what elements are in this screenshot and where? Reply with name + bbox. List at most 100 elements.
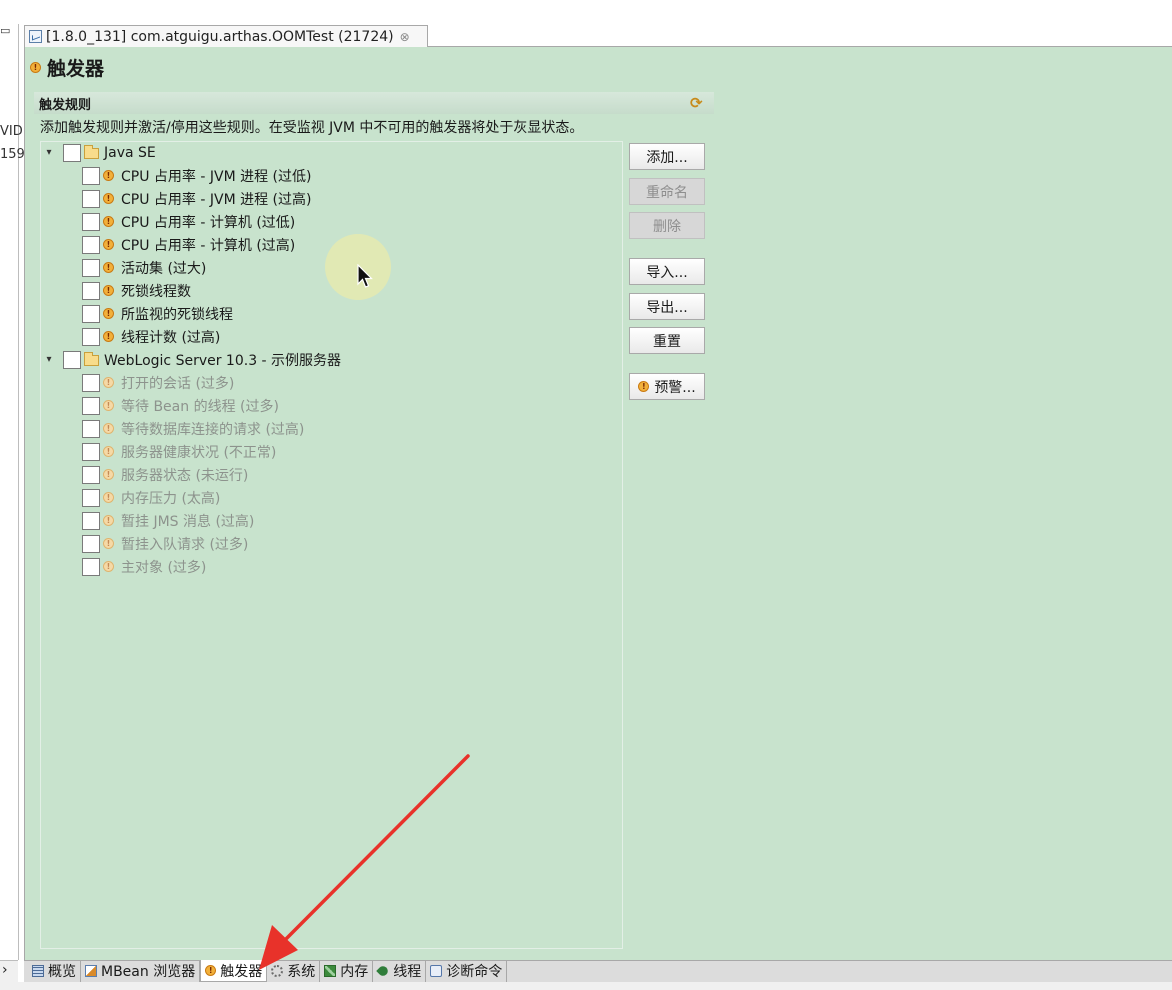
tab-label: 内存	[340, 964, 369, 980]
chevron-down-icon[interactable]: ▾	[43, 354, 55, 365]
tree-item-disabled[interactable]: ! 主对象 (过多)	[82, 555, 206, 578]
tree-item-disabled[interactable]: ! 暂挂入队请求 (过多)	[82, 532, 248, 555]
strip-text-2: 159	[0, 147, 25, 162]
tree-item[interactable]: ! CPU 占用率 - 计算机 (过低)	[82, 210, 295, 233]
item-label: 线程计数 (过高)	[121, 329, 221, 346]
item-label: 等待 Bean 的线程 (过多)	[121, 398, 279, 415]
warning-icon: !	[103, 285, 114, 296]
section-header[interactable]: 触发规则 ⟳	[34, 92, 714, 114]
group-checkbox[interactable]	[63, 350, 81, 369]
close-tab-icon[interactable]: ⊗	[400, 30, 410, 44]
item-label: 等待数据库连接的请求 (过高)	[121, 421, 305, 438]
item-checkbox[interactable]	[82, 396, 100, 415]
tree-item-disabled[interactable]: ! 打开的会话 (过多)	[82, 371, 234, 394]
warning-icon: !	[103, 377, 114, 388]
strip-text-1: VID	[0, 124, 23, 139]
warning-icon: !	[103, 170, 114, 181]
warning-icon: !	[205, 965, 217, 976]
status-strip	[0, 982, 1172, 990]
item-checkbox[interactable]	[82, 488, 100, 507]
tab-mbean-browser[interactable]: MBean 浏览器	[81, 960, 201, 982]
item-checkbox[interactable]	[82, 534, 100, 553]
scroll-right-icon[interactable]: ›	[2, 962, 8, 978]
tree-item-disabled[interactable]: ! 内存压力 (太高)	[82, 486, 220, 509]
tab-overview[interactable]: 概览	[28, 960, 81, 982]
page-title: ! 触发器	[30, 54, 104, 81]
item-label: 死锁线程数	[121, 283, 191, 300]
item-checkbox[interactable]	[82, 304, 100, 323]
warning-icon: !	[638, 381, 650, 392]
previous-view-strip: ▭ VID 159	[0, 24, 25, 960]
item-label: CPU 占用率 - JVM 进程 (过高)	[121, 191, 312, 208]
item-checkbox[interactable]	[82, 189, 100, 208]
item-checkbox[interactable]	[82, 373, 100, 392]
tree-item[interactable]: ! CPU 占用率 - 计算机 (过高)	[82, 233, 295, 256]
item-checkbox[interactable]	[82, 557, 100, 576]
tree-item-disabled[interactable]: ! 暂挂 JMS 消息 (过高)	[82, 509, 254, 532]
import-button[interactable]: 导入...	[629, 258, 705, 285]
tree-item[interactable]: ! CPU 占用率 - JVM 进程 (过低)	[82, 164, 311, 187]
section-description: 添加触发规则并激活/停用这些规则。在受监视 JVM 中不可用的触发器将处于灰显状…	[40, 120, 584, 136]
tab-system[interactable]: 系统	[267, 960, 321, 982]
add-button-label: 添加...	[646, 149, 688, 166]
rename-button[interactable]: 重命名	[629, 178, 705, 205]
item-checkbox[interactable]	[82, 235, 100, 254]
group-checkbox[interactable]	[63, 143, 81, 162]
tree-item[interactable]: ! 所监视的死锁线程	[82, 302, 233, 325]
mbean-icon	[85, 965, 97, 977]
item-checkbox[interactable]	[82, 419, 100, 438]
tab-threads[interactable]: 线程	[373, 960, 427, 982]
item-checkbox[interactable]	[82, 511, 100, 530]
tree-item-disabled[interactable]: ! 等待数据库连接的请求 (过高)	[82, 417, 304, 440]
warning-icon: !	[103, 193, 114, 204]
item-label: 暂挂入队请求 (过多)	[121, 536, 249, 553]
item-label: 服务器状态 (未运行)	[121, 467, 249, 484]
rename-button-label: 重命名	[646, 184, 688, 201]
warning-icon: !	[30, 62, 41, 73]
export-button-label: 导出...	[646, 299, 688, 316]
tree-item[interactable]: ! CPU 占用率 - JVM 进程 (过高)	[82, 187, 311, 210]
item-label: CPU 占用率 - 计算机 (过低)	[121, 214, 296, 231]
export-button[interactable]: 导出...	[629, 293, 705, 320]
tree-group-weblogic[interactable]: ▾ WebLogic Server 10.3 - 示例服务器	[43, 348, 341, 371]
tree-item[interactable]: ! 死锁线程数	[82, 279, 191, 302]
item-label: 打开的会话 (过多)	[121, 375, 235, 392]
jvm-console-icon	[29, 30, 42, 43]
alerts-button[interactable]: ! 预警...	[629, 373, 705, 400]
tree-item-disabled[interactable]: ! 等待 Bean 的线程 (过多)	[82, 394, 279, 417]
warning-icon: !	[103, 561, 114, 572]
tree-item-disabled[interactable]: ! 服务器健康状况 (不正常)	[82, 440, 276, 463]
view-menu-icon[interactable]: ▭	[0, 24, 10, 37]
item-checkbox[interactable]	[82, 212, 100, 231]
item-checkbox[interactable]	[82, 258, 100, 277]
warning-icon: !	[103, 538, 114, 549]
chevron-down-icon[interactable]: ▾	[43, 147, 55, 158]
item-checkbox[interactable]	[82, 327, 100, 346]
add-button[interactable]: 添加...	[629, 143, 705, 170]
tree-item[interactable]: ! 活动集 (过大)	[82, 256, 206, 279]
tree-group-java-se[interactable]: ▾ Java SE	[43, 141, 156, 164]
warning-icon: !	[103, 515, 114, 526]
tab-label: 触发器	[220, 963, 263, 980]
memory-icon	[324, 965, 337, 977]
item-checkbox[interactable]	[82, 281, 100, 300]
item-checkbox[interactable]	[82, 166, 100, 185]
item-checkbox[interactable]	[82, 442, 100, 461]
item-label: 所监视的死锁线程	[121, 306, 233, 323]
group-label: Java SE	[104, 144, 156, 161]
warning-icon: !	[103, 492, 114, 503]
tab-diagnostic-commands[interactable]: 诊断命令	[426, 960, 508, 982]
editor-tab[interactable]: [1.8.0_131] com.atguigu.arthas.OOMTest (…	[24, 25, 428, 47]
tab-triggers[interactable]: ! 触发器	[200, 960, 268, 982]
warning-icon: !	[103, 331, 114, 342]
item-checkbox[interactable]	[82, 465, 100, 484]
tab-label: 线程	[393, 964, 422, 980]
refresh-icon[interactable]: ⟳	[690, 95, 706, 111]
tree-item-disabled[interactable]: ! 服务器状态 (未运行)	[82, 463, 248, 486]
delete-button[interactable]: 删除	[629, 212, 705, 239]
alerts-button-label: 预警...	[654, 379, 696, 396]
tab-memory[interactable]: 内存	[320, 960, 374, 982]
mouse-cursor-icon	[357, 264, 373, 288]
reset-button[interactable]: 重置	[629, 327, 705, 354]
tree-item[interactable]: ! 线程计数 (过高)	[82, 325, 220, 348]
